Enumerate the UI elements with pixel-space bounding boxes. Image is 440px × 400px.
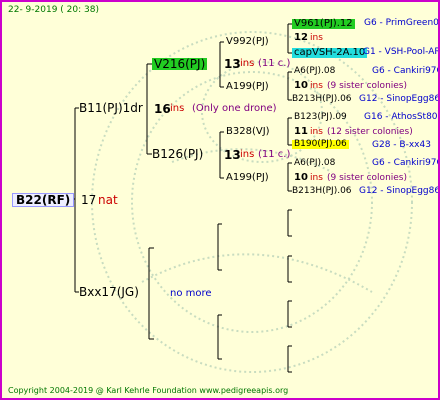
- g4-dam[interactable]: B213H(PJ).06: [292, 187, 352, 196]
- sd-mating: ins: [240, 149, 255, 160]
- g3-sire[interactable]: B123(PJ).09: [294, 113, 347, 122]
- copyright-footer: Copyright 2004-2019 @ Karl Kehrle Founda…: [8, 386, 289, 395]
- g4-mating: ins: [310, 173, 323, 183]
- g3-sire-breeder: G16 - AthosSt80R: [364, 112, 440, 122]
- sire-mating: ins: [170, 103, 185, 114]
- g1-dam[interactable]: capVSH-2A.10: [292, 48, 368, 58]
- sds-name[interactable]: B328(VJ): [226, 127, 270, 137]
- ss-note: (11 c.): [258, 58, 291, 69]
- g1-mating: ins: [310, 33, 323, 43]
- sire-note: (Only one drone): [192, 103, 277, 114]
- sd-note: (11 c.): [258, 149, 291, 160]
- g1-number: 12: [294, 32, 308, 43]
- g1-sire-breeder: G6 - PrimGreen00: [364, 18, 440, 28]
- ss-mating: ins: [240, 58, 255, 69]
- sire-number: 16: [154, 102, 171, 116]
- queen-root[interactable]: B22(RF): [12, 193, 75, 207]
- g3-dam[interactable]: B190(PJ).06: [292, 140, 349, 149]
- g1-sire[interactable]: V961(PJ).12: [292, 19, 355, 29]
- g3-number: 11: [294, 126, 308, 137]
- g4-dam-breeder: G12 - SinopEgg86R: [359, 186, 440, 196]
- g2-sire-breeder: G6 - Cankiri97Q: [372, 66, 440, 76]
- pedigree-panel: 22- 9-2019 ( 20: 38) B22(RF) 17 nat B11(…: [0, 0, 440, 400]
- g3-mating: ins: [310, 127, 323, 137]
- root-mating: nat: [98, 193, 118, 207]
- ss-number: 13: [224, 57, 241, 71]
- g4-sire[interactable]: A6(PJ).08: [294, 159, 335, 168]
- sire-name[interactable]: B11(PJ)1dr: [79, 102, 143, 114]
- report-date: 22- 9-2019 ( 20: 38): [8, 5, 99, 15]
- g2-mating: ins: [310, 81, 323, 91]
- root-number: 17: [81, 193, 97, 207]
- g3-dam-breeder: G28 - B-xx43: [372, 140, 431, 150]
- g3-note: (12 sister colonies): [327, 127, 413, 137]
- g2-dam[interactable]: B213H(PJ).06: [292, 95, 352, 104]
- ssd-name[interactable]: A199(PJ): [226, 82, 269, 92]
- g2-note: (9 sister colonies): [327, 81, 408, 91]
- sd-number: 13: [224, 148, 241, 162]
- g1-dam-breeder: G1 - VSH-Pool-AR: [363, 47, 440, 57]
- sd-name[interactable]: B126(PJ): [152, 148, 203, 160]
- g2-number: 10: [294, 80, 308, 91]
- g4-sire-breeder: G6 - Cankiri97Q: [372, 158, 440, 168]
- g4-note: (9 sister colonies): [327, 173, 408, 183]
- sdd-name[interactable]: A199(PJ): [226, 173, 269, 183]
- g2-dam-breeder: G12 - SinopEgg86R: [359, 94, 440, 104]
- g2-sire[interactable]: A6(PJ).08: [294, 67, 335, 76]
- ss-name[interactable]: V216(PJ): [152, 58, 208, 70]
- dam-note: no more: [170, 288, 212, 299]
- g4-number: 10: [294, 172, 308, 183]
- sss-name[interactable]: V992(PJ): [226, 37, 269, 47]
- dam-name[interactable]: Bxx17(JG): [79, 286, 139, 298]
